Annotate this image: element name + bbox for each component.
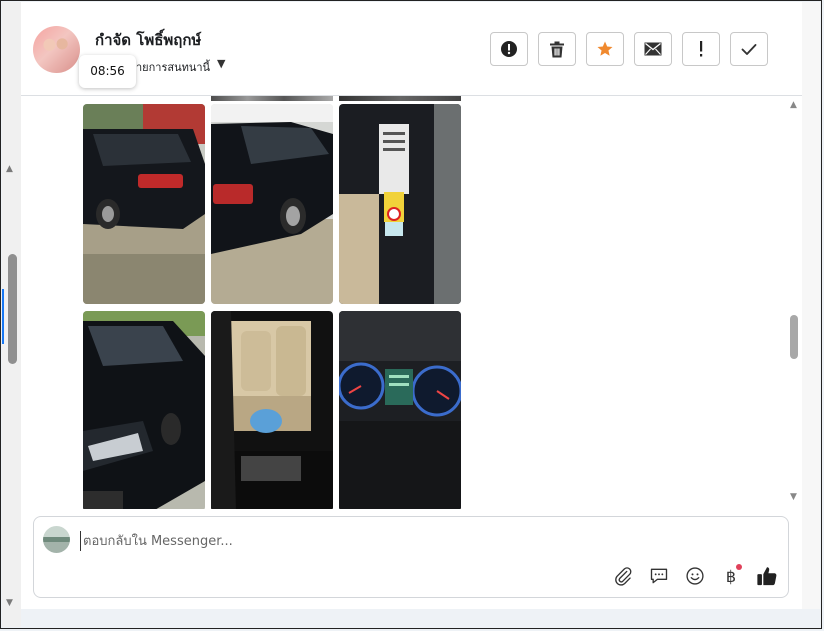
delete-button[interactable] xyxy=(538,32,576,66)
envelope-icon xyxy=(644,42,662,56)
thumbs-up-icon xyxy=(757,567,777,586)
send-like-button[interactable] xyxy=(756,565,778,587)
checkmark-icon xyxy=(741,43,757,55)
bottom-strip xyxy=(21,609,820,627)
star-button[interactable] xyxy=(586,32,624,66)
caret-down-icon[interactable]: ▼ xyxy=(217,57,225,70)
thread-scroll-thumb[interactable] xyxy=(790,315,798,359)
trash-icon xyxy=(550,41,564,57)
notification-dot xyxy=(736,564,742,570)
car-photo-front[interactable] xyxy=(83,311,205,509)
contact-name[interactable]: กำจัด โพธิ์พฤกษ์ xyxy=(95,28,201,52)
follow-up-button[interactable] xyxy=(682,32,720,66)
saved-replies-button[interactable] xyxy=(648,565,670,587)
scroll-up-arrow-icon[interactable]: ▲ xyxy=(6,164,13,174)
conversation-subtitle[interactable]: ายการสนทนานี้ xyxy=(136,58,210,76)
emoji-icon xyxy=(686,567,704,585)
car-photo-rear-side[interactable] xyxy=(211,104,333,304)
page-avatar xyxy=(43,526,70,553)
exclamation-circle-icon xyxy=(501,41,517,57)
car-photo-rear-left[interactable] xyxy=(83,104,205,304)
left-scroll-thumb[interactable] xyxy=(8,254,17,364)
baht-payment-icon: ฿ xyxy=(725,566,737,586)
attach-file-button[interactable] xyxy=(612,565,634,587)
attachment-icon xyxy=(615,567,632,586)
car-photo-door-sticker[interactable] xyxy=(339,104,461,304)
saved-reply-icon xyxy=(650,568,668,584)
conversation-panel: กำจัด โพธิ์พฤกษ์ ายการสนทนานี้ ▼ 08:56 ▲… xyxy=(21,2,802,609)
mark-done-button[interactable] xyxy=(730,32,768,66)
car-photo-dashboard[interactable] xyxy=(339,311,461,509)
message-thread xyxy=(21,96,802,509)
conversation-header: กำจัด โพธิ์พฤกษ์ ายการสนทนานี้ ▼ 08:56 xyxy=(21,2,802,96)
contact-avatar[interactable] xyxy=(33,26,80,73)
report-button[interactable] xyxy=(490,32,528,66)
reply-composer: ฿ xyxy=(33,516,789,598)
previous-photo-edge xyxy=(211,96,333,101)
active-indicator xyxy=(2,289,4,344)
payment-button[interactable]: ฿ xyxy=(720,564,742,587)
star-icon xyxy=(597,41,613,56)
right-gutter xyxy=(802,2,820,609)
mark-unread-button[interactable] xyxy=(634,32,672,66)
exclamation-icon xyxy=(700,41,703,57)
car-photo-interior[interactable] xyxy=(211,311,333,509)
thread-scrollbar[interactable]: ▲ ▼ xyxy=(789,96,802,509)
previous-photo-edge xyxy=(339,96,461,101)
scroll-down-arrow-icon[interactable]: ▼ xyxy=(790,492,797,502)
emoji-button[interactable] xyxy=(684,565,706,587)
left-scrollbar[interactable]: ▲ ▼ xyxy=(2,2,22,627)
reply-input[interactable] xyxy=(80,531,483,551)
scroll-down-arrow-icon[interactable]: ▼ xyxy=(6,598,13,608)
time-tooltip: 08:56 xyxy=(79,55,136,88)
scroll-up-arrow-icon[interactable]: ▲ xyxy=(790,100,797,110)
